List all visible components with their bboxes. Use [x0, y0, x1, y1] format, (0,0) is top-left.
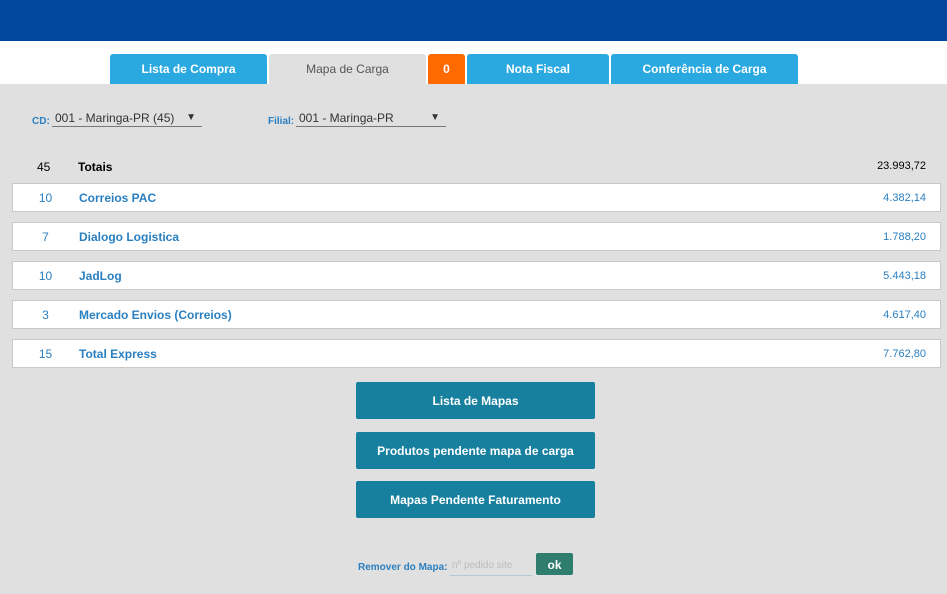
- order-number-input[interactable]: [450, 556, 532, 576]
- tab-nota-fiscal[interactable]: Nota Fiscal: [467, 54, 609, 84]
- carrier-row[interactable]: 15 Total Express 7.762,80: [12, 339, 941, 368]
- totals-label: Totais: [78, 160, 113, 174]
- chevron-down-icon: ▼: [430, 112, 440, 123]
- carrier-count: 3: [42, 308, 49, 322]
- cd-label: CD:: [32, 116, 50, 127]
- top-header-bar: [0, 0, 947, 41]
- carrier-row[interactable]: 3 Mercado Envios (Correios) 4.617,40: [12, 300, 941, 329]
- carrier-row[interactable]: 10 Correios PAC 4.382,14: [12, 183, 941, 212]
- ok-button[interactable]: ok: [536, 553, 573, 575]
- carrier-count: 7: [42, 230, 49, 244]
- carrier-name: JadLog: [79, 269, 122, 283]
- tab-mapa-de-carga[interactable]: Mapa de Carga: [269, 54, 426, 84]
- carrier-name: Dialogo Logistica: [79, 230, 180, 244]
- totals-value: 23.993,72: [877, 160, 926, 172]
- cd-select-value: 001 - Maringa-PR (45): [55, 111, 175, 125]
- carrier-name: Correios PAC: [79, 191, 157, 205]
- carrier-value: 7.762,80: [883, 348, 926, 360]
- carrier-row[interactable]: 7 Dialogo Logistica 1.788,20: [12, 222, 941, 251]
- tab-conferencia-de-carga[interactable]: Conferência de Carga: [611, 54, 798, 84]
- filial-label: Filial:: [268, 116, 295, 127]
- carrier-value: 4.382,14: [883, 192, 926, 204]
- remove-from-map-label: Remover do Mapa:: [358, 562, 448, 573]
- produtos-pendente-button[interactable]: Produtos pendente mapa de carga: [356, 432, 595, 469]
- carrier-count: 15: [38, 347, 53, 361]
- carrier-row[interactable]: 10 JadLog 5.443,18: [12, 261, 941, 290]
- filial-select-value: 001 - Maringa-PR: [299, 111, 394, 125]
- mapas-pendente-faturamento-button[interactable]: Mapas Pendente Faturamento: [356, 481, 595, 518]
- carrier-name: Mercado Envios (Correios): [79, 308, 232, 322]
- filial-select[interactable]: 001 - Maringa-PR ▼: [296, 109, 446, 127]
- carrier-count: 10: [38, 191, 53, 205]
- tab-lista-de-compra[interactable]: Lista de Compra: [110, 54, 267, 84]
- chevron-down-icon: ▼: [186, 112, 196, 123]
- tab-count-badge[interactable]: 0: [428, 54, 465, 84]
- totals-count: 45: [37, 160, 51, 174]
- carrier-count: 10: [38, 269, 53, 283]
- carrier-name: Total Express: [79, 347, 157, 361]
- carrier-value: 1.788,20: [883, 231, 926, 243]
- carrier-value: 5.443,18: [883, 270, 926, 282]
- totals-row: 45 Totais 23.993,72: [12, 154, 941, 180]
- tab-strip: Lista de Compra Mapa de Carga 0 Nota Fis…: [0, 41, 947, 84]
- carrier-value: 4.617,40: [883, 309, 926, 321]
- lista-de-mapas-button[interactable]: Lista de Mapas: [356, 382, 595, 419]
- cd-select[interactable]: 001 - Maringa-PR (45) ▼: [52, 109, 202, 127]
